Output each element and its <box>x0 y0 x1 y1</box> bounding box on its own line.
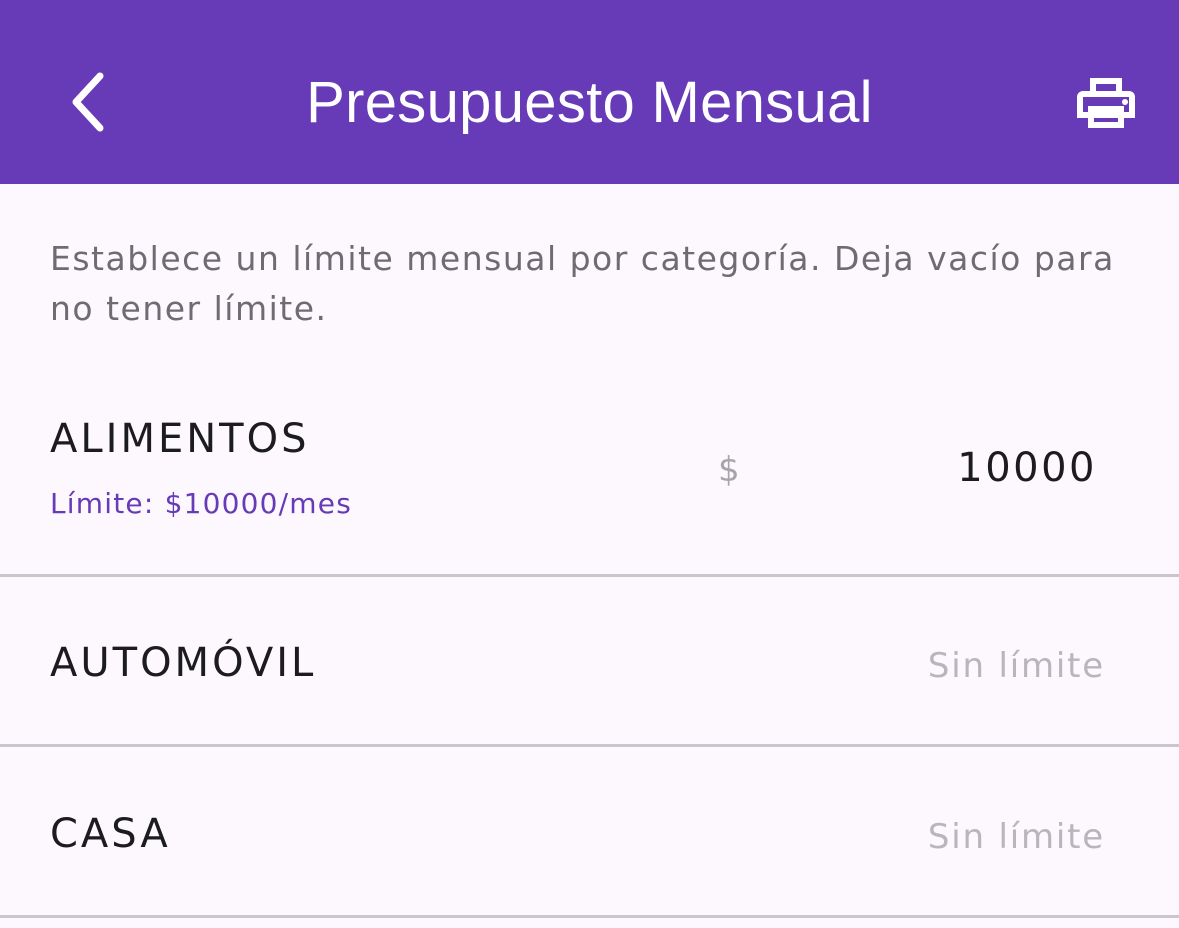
limit-input-alimentos[interactable]: 10000 <box>957 443 1097 493</box>
currency-prefix: $ <box>718 450 740 490</box>
category-name-alimentos: ALIMENTOS <box>50 416 310 462</box>
category-limit-alimentos: Límite: $10000/mes <box>50 487 352 520</box>
limit-input-automovil[interactable]: Sin límite <box>928 644 1105 688</box>
printer-icon <box>1077 78 1135 128</box>
divider <box>0 744 1179 747</box>
category-name-casa: CASA <box>50 811 171 857</box>
print-button[interactable] <box>1066 62 1146 142</box>
app-bar: Presupuesto Mensual <box>0 0 1179 184</box>
divider <box>0 574 1179 577</box>
page-title: Presupuesto Mensual <box>306 70 873 135</box>
category-name-automovil: AUTOMÓVIL <box>50 640 317 686</box>
divider <box>0 915 1179 918</box>
limit-input-casa[interactable]: Sin límite <box>928 815 1105 859</box>
intro-text: Establece un límite mensual por categorí… <box>50 239 1115 328</box>
